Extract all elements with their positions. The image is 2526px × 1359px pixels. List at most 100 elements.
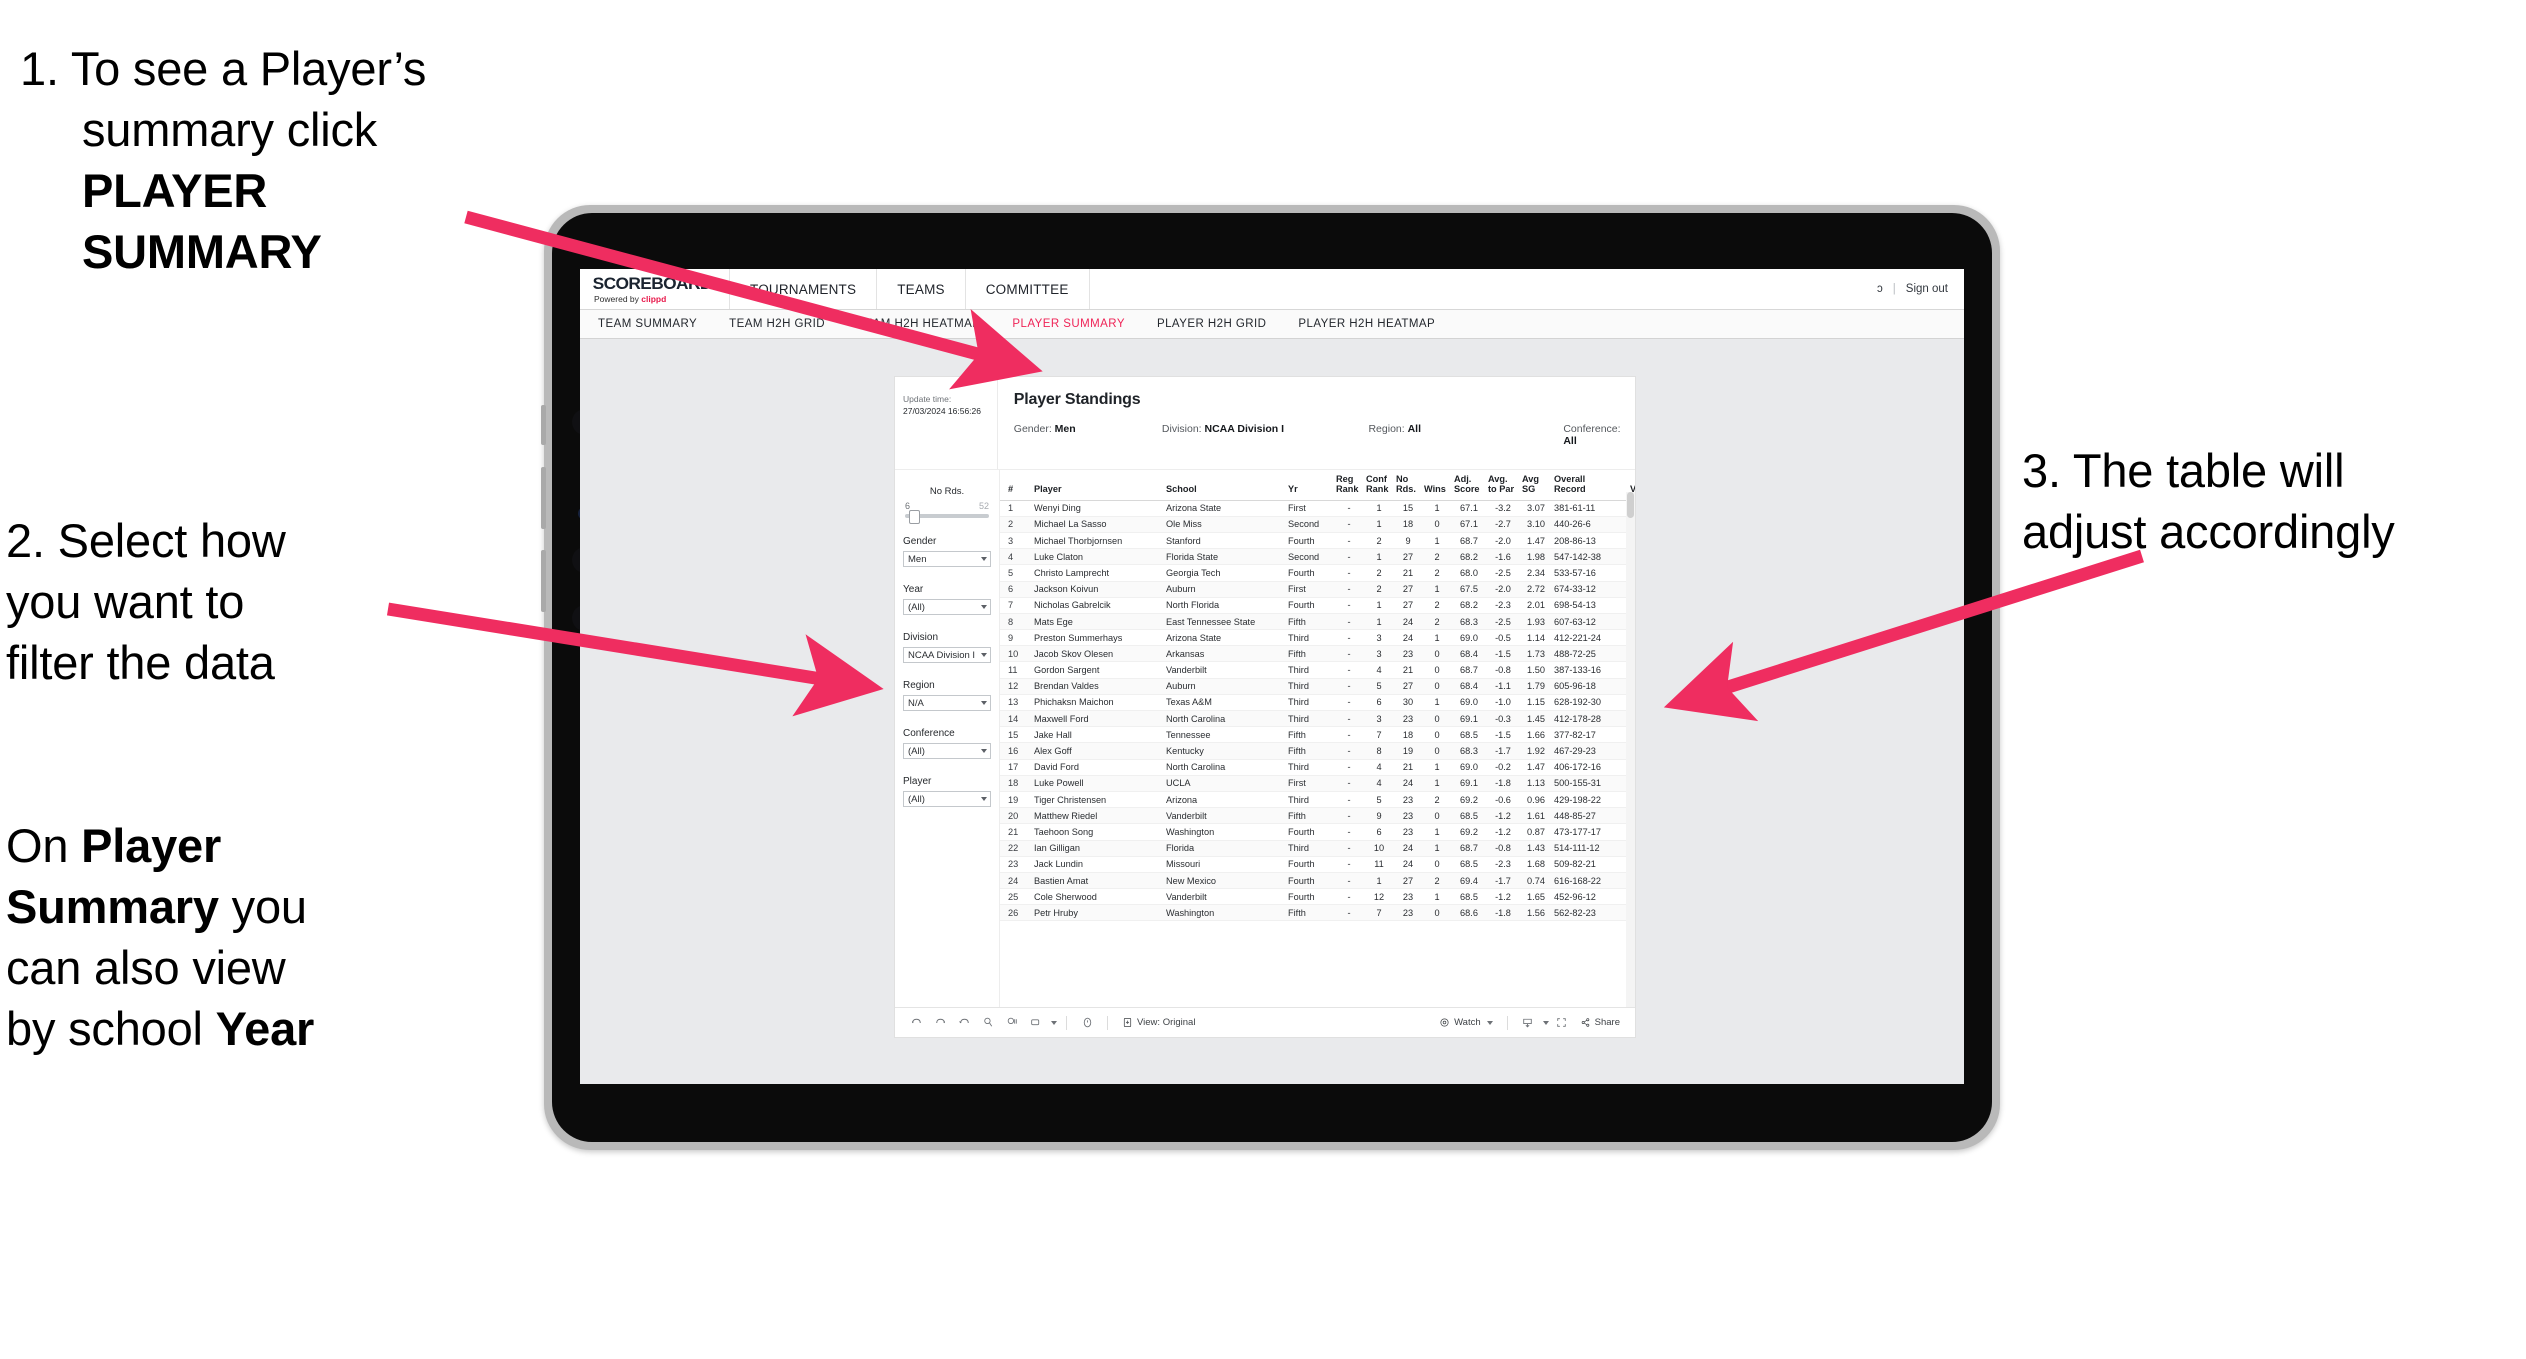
filter-select-player[interactable]: (All) bbox=[903, 791, 991, 807]
table-row[interactable]: 15 Jake Hall Tennessee Fifth -7 18 0 68.5 -1.5 1.… bbox=[1000, 726, 1635, 744]
chevron-down-icon bbox=[981, 797, 987, 801]
col-yr[interactable]: Yr bbox=[1286, 470, 1334, 501]
sign-out-link[interactable]: Sign out bbox=[1906, 283, 1948, 295]
nav-item-teams[interactable]: TEAMS bbox=[877, 269, 966, 309]
table-row[interactable]: 6 Jackson Koivun Auburn First -2 27 1 67.5 -2.0 2… bbox=[1000, 581, 1635, 598]
col-no-rds[interactable]: No Rds. bbox=[1394, 470, 1422, 501]
cell-regrank: - bbox=[1334, 661, 1364, 679]
pause-auto-update-icon[interactable] bbox=[1001, 1013, 1023, 1033]
player-standings-viz: Update time: 27/03/2024 16:56:26 Player … bbox=[895, 377, 1635, 1037]
table-row[interactable]: 12 Brendan Valdes Auburn Third -5 27 0 68.4 -1.1… bbox=[1000, 678, 1635, 695]
app-logo[interactable]: SCOREBOARD Powered by clippd bbox=[580, 269, 730, 309]
table-row[interactable]: 24 Bastien Amat New Mexico Fourth -1 27 2 69.4-… bbox=[1000, 872, 1635, 890]
chevron-down-icon[interactable] bbox=[1542, 1020, 1549, 1025]
table-row[interactable]: 3 Michael Thorbjornsen Stanford Fourth -2 9 1 6… bbox=[1000, 532, 1635, 550]
table-row[interactable]: 10 Jacob Skov Olesen Arkansas Fifth -3 23 0 68.… bbox=[1000, 645, 1635, 663]
active-filter-division: Division: NCAA Division I bbox=[1162, 423, 1369, 447]
col-adj-score[interactable]: Adj. Score bbox=[1452, 470, 1486, 501]
table-row[interactable]: 26 Petr Hruby Washington Fifth -7 23 0 68.6 -1.8… bbox=[1000, 904, 1635, 922]
table-row[interactable]: 16 Alex Goff Kentucky Fifth -8 19 0 68.3 -1.7 1.9… bbox=[1000, 742, 1635, 760]
cell-rank: 7 bbox=[1000, 597, 1032, 614]
revert-icon[interactable] bbox=[953, 1013, 975, 1033]
col-player[interactable]: Player bbox=[1032, 470, 1164, 501]
tab-team-summary[interactable]: TEAM SUMMARY bbox=[598, 318, 697, 330]
col-avg-sg[interactable]: Avg SG bbox=[1520, 470, 1552, 501]
table-row[interactable]: 23 Jack Lundin Missouri Fourth -11 24 0 68.5 -2.… bbox=[1000, 856, 1635, 873]
chevron-down-icon[interactable] bbox=[1051, 1020, 1057, 1025]
tab-player-summary[interactable]: PLAYER SUMMARY bbox=[1012, 318, 1125, 330]
col-conf-rank[interactable]: Conf Rank bbox=[1364, 470, 1394, 501]
tab-team-h2h-grid[interactable]: TEAM H2H GRID bbox=[729, 318, 825, 330]
tab-team-h2h-heatmap[interactable]: TEAM H2H HEATMAP bbox=[857, 318, 980, 330]
table-row[interactable]: 8 Mats Ege East Tennessee State Fifth -1 24 2 6… bbox=[1000, 613, 1635, 631]
table-row[interactable]: 4 Luke Claton Florida State Second -1 27 2 68.2… bbox=[1000, 548, 1635, 566]
filter-no-rds-slider[interactable]: No Rds. 6 52 bbox=[903, 486, 991, 524]
cell-yr: Fourth bbox=[1286, 888, 1334, 906]
table-vertical-scrollbar[interactable] bbox=[1626, 492, 1635, 1007]
table-row[interactable]: 1 Wenyi Ding Arizona State First -1 15 1 67.1 -3… bbox=[1000, 500, 1635, 517]
filter-select-year[interactable]: (All) bbox=[903, 599, 991, 615]
download-icon[interactable] bbox=[1517, 1013, 1539, 1033]
table-row[interactable]: 9 Preston Summerhays Arizona State Third -3 2… bbox=[1000, 629, 1635, 647]
cell-player: Taehoon Song bbox=[1032, 823, 1164, 841]
table-row[interactable]: 7 Nicholas Gabrelcik North Florida Fourth -1… bbox=[1000, 597, 1635, 614]
view-original-button[interactable]: View: Original bbox=[1117, 1013, 1200, 1033]
cell-rank: 4 bbox=[1000, 548, 1032, 566]
redo-icon[interactable] bbox=[929, 1013, 951, 1033]
device-button-a[interactable] bbox=[541, 405, 546, 445]
filter-select-region[interactable]: N/A bbox=[903, 695, 991, 711]
table-row[interactable]: 14 Maxwell Ford North Carolina Third -3 23 0 69… bbox=[1000, 710, 1635, 728]
table-row[interactable]: 25 Cole Sherwood Vanderbilt Fourth -12 23 1 68.… bbox=[1000, 888, 1635, 906]
table-row[interactable]: 11 Gordon Sargent Vanderbilt Third -4 21 0 68.7… bbox=[1000, 661, 1635, 679]
col-school[interactable]: School bbox=[1164, 470, 1286, 501]
cell-rank: 6 bbox=[1000, 581, 1032, 598]
cell-sg: 1.98 bbox=[1520, 548, 1552, 566]
refresh-data-icon[interactable] bbox=[977, 1013, 999, 1033]
table-row[interactable]: 19 Tiger Christensen Arizona Third -5 23 2 69.2… bbox=[1000, 791, 1635, 809]
slider-track[interactable] bbox=[905, 510, 989, 524]
undo-icon[interactable] bbox=[905, 1013, 927, 1033]
filter-select-conference[interactable]: (All) bbox=[903, 743, 991, 759]
table-row[interactable]: 18 Luke Powell UCLA First -4 24 1 69.1 -1.8 1.13 5… bbox=[1000, 775, 1635, 792]
tab-player-h2h-grid[interactable]: PLAYER H2H GRID bbox=[1157, 318, 1266, 330]
cell-school: North Florida bbox=[1164, 597, 1286, 614]
col-rank[interactable]: # bbox=[1000, 470, 1032, 501]
history-icon[interactable] bbox=[1076, 1013, 1098, 1033]
tab-player-h2h-heatmap[interactable]: PLAYER H2H HEATMAP bbox=[1298, 318, 1435, 330]
cell-wins: 1 bbox=[1422, 759, 1452, 776]
share-button[interactable]: Share bbox=[1575, 1013, 1625, 1033]
table-row[interactable]: 20 Matthew Riedel Vanderbilt Fifth -9 23 0 68.5… bbox=[1000, 807, 1635, 825]
col-wins[interactable]: Wins bbox=[1422, 470, 1452, 501]
fullscreen-icon[interactable] bbox=[1551, 1013, 1573, 1033]
table-row[interactable]: 22 Ian Gilligan Florida Third -10 24 1 68.7 -0.8… bbox=[1000, 840, 1635, 857]
col-reg-rank[interactable]: Reg Rank bbox=[1334, 470, 1364, 501]
table-row[interactable]: 2 Michael La Sasso Ole Miss Second -1 18 0 67.1… bbox=[1000, 516, 1635, 533]
device-button-b[interactable] bbox=[541, 467, 546, 529]
cell-nords: 23 bbox=[1394, 904, 1422, 922]
nav-item-committee[interactable]: COMMITTEE bbox=[966, 269, 1090, 309]
cell-confrank: 7 bbox=[1364, 904, 1394, 922]
cell-confrank: 7 bbox=[1364, 726, 1394, 744]
watch-button[interactable]: Watch bbox=[1434, 1013, 1498, 1033]
filter-select-division[interactable]: NCAA Division I bbox=[903, 647, 991, 663]
cell-rec: 381-61-11 bbox=[1552, 500, 1628, 517]
cell-rank: 25 bbox=[1000, 888, 1032, 906]
table-row[interactable]: 21 Taehoon Song Washington Fourth -6 23 1 69.2-… bbox=[1000, 823, 1635, 841]
cell-rec: 406-172-16 bbox=[1552, 759, 1628, 776]
col-avg-to-par[interactable]: Avg. to Par bbox=[1486, 470, 1520, 501]
slider-handle[interactable] bbox=[909, 510, 920, 524]
table-row[interactable]: 17 David Ford North Carolina Third -4 21 1 69.0… bbox=[1000, 759, 1635, 776]
device-button-c[interactable] bbox=[541, 550, 546, 612]
cell-regrank: - bbox=[1334, 548, 1364, 566]
col-overall-record[interactable]: Overall Record bbox=[1552, 470, 1628, 501]
scrollbar-thumb[interactable] bbox=[1627, 492, 1634, 518]
table-row[interactable]: 13 Phichaksn Maichon Texas A&M Third -6 30 1 69… bbox=[1000, 694, 1635, 712]
standings-table-pane[interactable]: # Player School Yr Reg Rank Conf Rank No Rd… bbox=[1000, 470, 1635, 1007]
device-preview-icon[interactable] bbox=[1025, 1013, 1047, 1033]
nav-item-tournaments[interactable]: TOURNAMENTS bbox=[730, 269, 878, 309]
cell-wins: 1 bbox=[1422, 532, 1452, 550]
filter-select-gender[interactable]: Men bbox=[903, 551, 991, 567]
table-row[interactable]: 5 Christo Lamprecht Georgia Tech Fourth -2 21… bbox=[1000, 564, 1635, 582]
callout-1-line-3-bold: SUMMARY bbox=[82, 225, 322, 279]
chevron-down-icon[interactable] bbox=[1486, 1020, 1493, 1025]
